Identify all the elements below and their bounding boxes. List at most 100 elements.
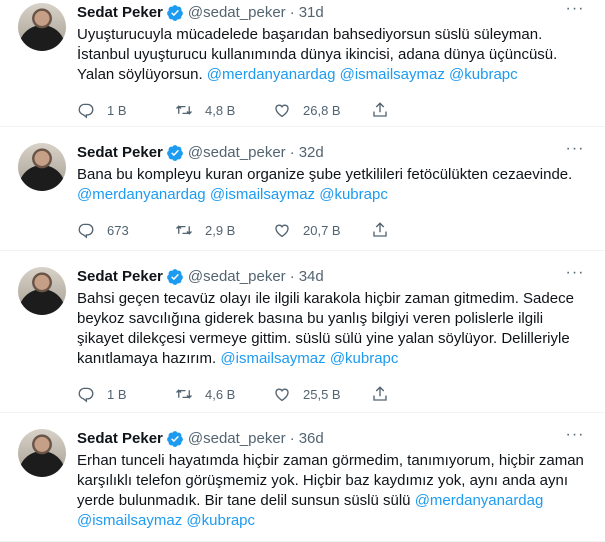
like-button[interactable]: 25,5 B: [273, 385, 371, 403]
tweet-text-line: kanıtlamaya hazırım. @ismailsaymaz @kubr…: [77, 349, 577, 369]
mention-link[interactable]: @kubrapc: [449, 66, 518, 83]
retweet-icon: [176, 389, 192, 399]
tweet[interactable]: Sedat Peker @sedat_peker · 32d ··· Bana …: [0, 127, 605, 251]
tweet-text: Erhan tunceli hayatımda hiçbir zaman gör…: [77, 451, 584, 531]
tweet-text: Bana bu kompleyu kuran organize şube yet…: [77, 165, 577, 205]
tweet-text-line: şikayet dilekçesi vermeye gittim. süslü …: [77, 329, 577, 349]
tweet-text-line: karşılıklı telefon görüşmemiz yok. Hiçbi…: [77, 471, 577, 491]
like-count: 26,8 B: [303, 102, 341, 118]
tweet-text: Uyuşturucuyla mücadelede başarıdan bahse…: [77, 25, 577, 85]
text-segment: Bana bu kompleyu kuran organize şube yet…: [77, 166, 573, 183]
text-segment: beykoz savcılığına giderek basına bu yan…: [77, 310, 544, 327]
tweet[interactable]: Sedat Peker @sedat_peker · 34d ··· Bahsi…: [0, 251, 605, 413]
mention-link[interactable]: @ismailsaymaz: [210, 186, 315, 203]
tweet-text-line: Bahsi geçen tecavüz olayı ile ilgili kar…: [77, 289, 577, 309]
author-handle[interactable]: @sedat_peker: [188, 143, 286, 163]
like-count: 20,7 B: [303, 222, 341, 238]
text-segment: Yalan söylüyorsun.: [77, 66, 207, 83]
author-handle[interactable]: @sedat_peker: [188, 429, 286, 449]
reply-icon: [78, 103, 94, 119]
tweet[interactable]: Sedat Peker @sedat_peker · 31d ··· Uyuşt…: [0, 0, 605, 127]
tweet-header: Sedat Peker @sedat_peker · 31d: [77, 3, 589, 23]
like-icon: [275, 104, 289, 118]
reply-icon: [78, 387, 94, 403]
text-segment: yerde bulunmadık. Bir tane delil sunsun …: [77, 492, 415, 509]
text-segment: Erhan tunceli hayatımda hiçbir zaman gör…: [77, 452, 584, 469]
timestamp[interactable]: 31d: [299, 3, 324, 23]
retweet-icon: [176, 225, 192, 235]
text-segment: kanıtlamaya hazırım.: [77, 350, 221, 367]
avatar[interactable]: [18, 429, 66, 477]
separator-dot: ·: [289, 4, 295, 21]
retweet-count: 2,9 B: [205, 222, 236, 238]
avatar[interactable]: [18, 3, 66, 51]
tweet-text-line: @merdanyanardag @ismailsaymaz @kubrapc: [77, 185, 577, 205]
tweet-header: Sedat Peker @sedat_peker · 36d: [77, 429, 589, 449]
tweet-text-line: Uyuşturucuyla mücadelede başarıdan bahse…: [77, 25, 577, 45]
like-button[interactable]: 26,8 B: [273, 101, 371, 119]
mention-link[interactable]: @merdanyanardag: [415, 492, 544, 509]
separator-dot: ·: [289, 268, 295, 285]
more-icon[interactable]: ···: [565, 1, 585, 23]
text-segment: İstanbul uyuşturucu kullanımında dünya i…: [77, 46, 558, 63]
author-handle[interactable]: @sedat_peker: [188, 267, 286, 287]
timestamp[interactable]: 36d: [299, 429, 324, 449]
retweet-button[interactable]: 2,9 B: [175, 221, 273, 239]
tweet[interactable]: Sedat Peker @sedat_peker · 36d ··· Erhan…: [0, 413, 605, 542]
timestamp[interactable]: 32d: [299, 143, 324, 163]
tweet-header: Sedat Peker @sedat_peker · 34d: [77, 267, 589, 287]
author-name[interactable]: Sedat Peker: [77, 3, 163, 23]
share-button[interactable]: [371, 385, 469, 403]
author-name[interactable]: Sedat Peker: [77, 429, 163, 449]
text-segment: şikayet dilekçesi vermeye gittim. süslü …: [77, 330, 570, 347]
like-button[interactable]: 20,7 B: [273, 221, 371, 239]
retweet-icon: [176, 105, 192, 115]
share-icon: [373, 222, 387, 237]
timeline-feed: Sedat Peker @sedat_peker · 31d ··· Uyuşt…: [0, 0, 605, 542]
separator-dot: ·: [289, 430, 295, 447]
share-icon: [373, 386, 387, 401]
reply-count: 1 B: [107, 386, 127, 402]
tweet-text: Bahsi geçen tecavüz olayı ile ilgili kar…: [77, 289, 577, 369]
text-segment: karşılıklı telefon görüşmemiz yok. Hiçbi…: [77, 472, 569, 489]
separator-dot: ·: [289, 144, 295, 161]
reply-button[interactable]: 673: [77, 221, 175, 239]
mention-link[interactable]: @ismailsaymaz: [340, 66, 445, 83]
text-segment: Uyuşturucuyla mücadelede başarıdan bahse…: [77, 26, 543, 43]
more-icon[interactable]: ···: [565, 265, 585, 287]
like-count: 25,5 B: [303, 386, 341, 402]
tweet-text-line: İstanbul uyuşturucu kullanımında dünya i…: [77, 45, 577, 65]
tweet-text-line: @ismailsaymaz @kubrapc: [77, 511, 577, 531]
tweet-actions: 1 B 4,6 B 25,5 B: [77, 380, 589, 408]
mention-link[interactable]: @ismailsaymaz: [220, 350, 325, 367]
text-segment: Bahsi geçen tecavüz olayı ile ilgili kar…: [77, 290, 574, 307]
reply-count: 673: [107, 222, 129, 238]
mention-link[interactable]: @merdanyanardag: [77, 186, 206, 203]
timestamp[interactable]: 34d: [299, 267, 324, 287]
retweet-button[interactable]: 4,8 B: [175, 101, 273, 119]
retweet-count: 4,6 B: [205, 386, 236, 402]
author-handle[interactable]: @sedat_peker: [188, 3, 286, 23]
author-name[interactable]: Sedat Peker: [77, 143, 163, 163]
avatar[interactable]: [18, 267, 66, 315]
like-icon: [275, 388, 289, 402]
more-icon[interactable]: ···: [565, 427, 585, 449]
mention-link[interactable]: @kubrapc: [330, 350, 399, 367]
tweet-actions: 1 B 4,8 B 26,8 B: [77, 96, 589, 124]
share-button[interactable]: [371, 101, 469, 119]
reply-button[interactable]: 1 B: [77, 385, 175, 403]
mention-link[interactable]: @ismailsaymaz: [77, 512, 182, 529]
reply-count: 1 B: [107, 102, 127, 118]
like-icon: [275, 224, 289, 238]
tweet-text-line: Bana bu kompleyu kuran organize şube yet…: [77, 165, 577, 185]
reply-icon: [78, 223, 94, 239]
reply-button[interactable]: 1 B: [77, 101, 175, 119]
author-name[interactable]: Sedat Peker: [77, 267, 163, 287]
mention-link[interactable]: @merdanyanardag: [207, 66, 336, 83]
share-button[interactable]: [371, 221, 469, 239]
avatar[interactable]: [18, 143, 66, 191]
more-icon[interactable]: ···: [565, 141, 585, 163]
mention-link[interactable]: @kubrapc: [319, 186, 388, 203]
retweet-button[interactable]: 4,6 B: [175, 385, 273, 403]
mention-link[interactable]: @kubrapc: [186, 512, 255, 529]
